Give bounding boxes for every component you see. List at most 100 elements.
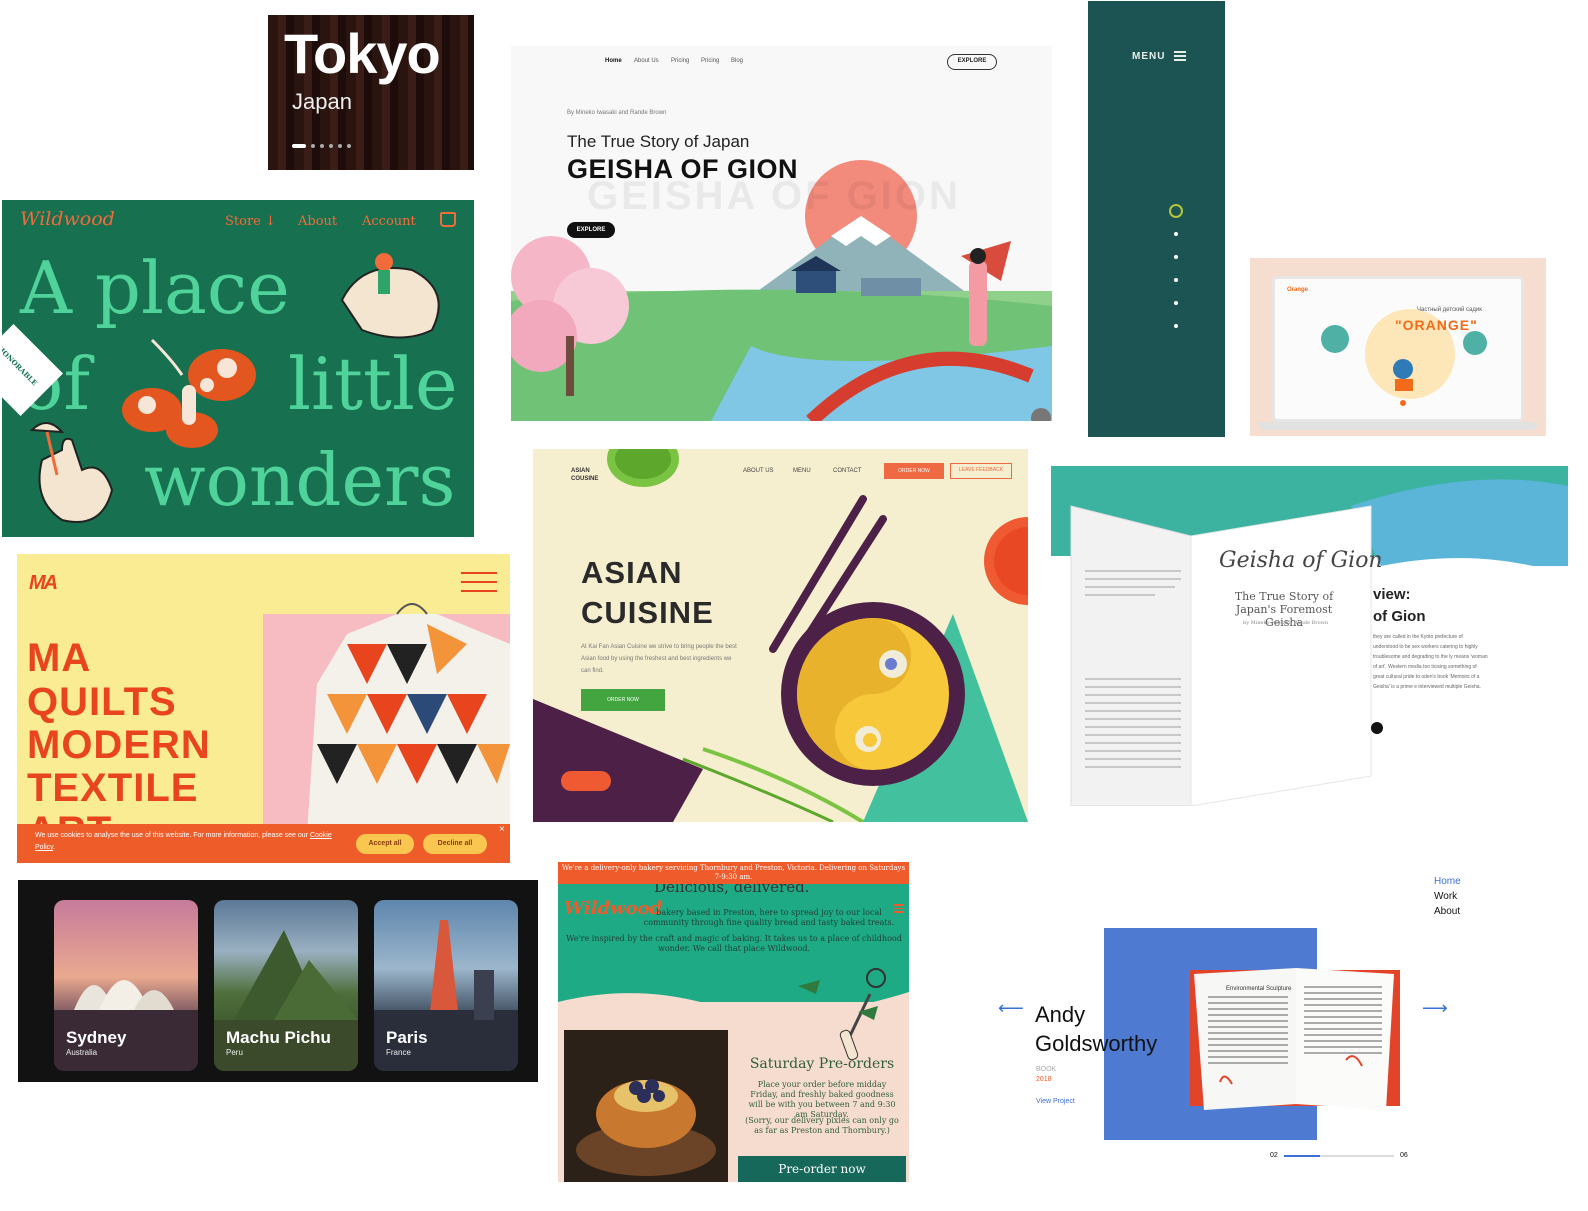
active-nav-ring-icon[interactable] xyxy=(1169,204,1183,218)
nav-menu[interactable]: MENU xyxy=(793,468,811,474)
nav-pricing[interactable]: Pricing xyxy=(671,58,689,64)
moth-illustration xyxy=(122,338,256,448)
nav-dot[interactable] xyxy=(1174,301,1178,305)
badge-line-1: HONORABLE xyxy=(2,343,40,388)
nav-dot[interactable] xyxy=(1174,278,1178,282)
logo-line-2: COUSINE xyxy=(571,476,599,482)
order-now-button[interactable]: ORDER NOW xyxy=(581,689,665,711)
nav-pricing-2[interactable]: Pricing xyxy=(701,58,719,64)
review-text: they are called in the Kyoto prefecture … xyxy=(1373,634,1488,690)
nav-about-us[interactable]: About Us xyxy=(634,58,659,64)
asian-cuisine-hero: ASIAN COUSINE ABOUT US MENU CONTACT ORDER… xyxy=(533,449,1028,822)
slider-dot[interactable] xyxy=(338,144,342,148)
nav-contact[interactable]: CONTACT xyxy=(833,468,862,474)
project-year: 2018 xyxy=(1036,1076,1052,1083)
basket-icon[interactable] xyxy=(440,212,456,227)
pastry-image xyxy=(564,1030,728,1182)
headline-line-2: QUILTS xyxy=(27,680,177,724)
destination-country: Australia xyxy=(66,1048,98,1057)
wildwood-hero: Wildwood Store ↓ About Account A place o… xyxy=(2,200,474,537)
close-icon[interactable]: × xyxy=(499,824,505,835)
slider-dot[interactable] xyxy=(311,144,315,148)
hamburger-icon[interactable] xyxy=(1174,51,1186,63)
slider-dot[interactable] xyxy=(320,144,324,148)
byline: By Mineko Iwasaki and Rande Brown xyxy=(567,110,667,116)
nav-blog[interactable]: Blog xyxy=(731,58,743,64)
slider-pagination[interactable] xyxy=(292,144,351,148)
orange-illustration xyxy=(1321,325,1487,406)
leave-feedback-button[interactable]: LEAVE FEEDBACK xyxy=(950,463,1012,479)
asian-logo[interactable]: ASIAN COUSINE xyxy=(571,467,598,483)
pastry-photo xyxy=(564,1030,728,1182)
nav-store[interactable]: Store ↓ xyxy=(225,214,276,229)
slider-dot[interactable] xyxy=(292,144,306,148)
destination-card[interactable]: Sydney Australia xyxy=(54,900,198,1071)
ma-logo[interactable]: MA xyxy=(29,572,58,595)
side-menu-panel: MENU xyxy=(1088,1,1225,437)
geisha-book-mockup: Geisha of Gion The True Story of Japan's… xyxy=(1051,466,1568,806)
accept-all-button[interactable]: Accept all xyxy=(356,834,414,854)
laptop-screen: Orange Частный детский садик "ORANGE" xyxy=(1272,276,1524,422)
book-authors: by Mineko Iwasaki, Rande Brown xyxy=(1243,620,1329,626)
decline-all-button[interactable]: Decline all xyxy=(423,834,487,854)
headline-line-3: MODERN xyxy=(27,723,211,767)
preorder-heading: Saturday Pre-orders xyxy=(749,1056,895,1072)
cookie-period: . xyxy=(53,844,56,851)
explore-button[interactable]: EXPLORE xyxy=(567,222,615,238)
project-category: BOOK xyxy=(1036,1066,1057,1073)
wildwood-logo[interactable]: Wildwood xyxy=(20,208,115,230)
headline-line-4: TEXTILE xyxy=(27,766,199,810)
title-line-1: ASIAN xyxy=(581,555,683,590)
title-line-2: Goldsworthy xyxy=(1035,1031,1158,1056)
project-title: Andy Goldsworthy xyxy=(1035,1000,1157,1058)
destination-name: Machu Pichu xyxy=(226,1028,331,1047)
slide-progress xyxy=(1284,1155,1394,1157)
order-now-nav-button[interactable]: ORDER NOW xyxy=(884,463,944,479)
arrow-left-icon[interactable]: ⟵ xyxy=(998,998,1024,1019)
slider-dot[interactable] xyxy=(329,144,333,148)
nav-dot[interactable] xyxy=(1174,232,1178,236)
cookie-banner: We use cookies to analyse the use of thi… xyxy=(17,824,510,863)
laptop-base xyxy=(1258,422,1538,430)
logo-line-1: ASIAN xyxy=(571,468,590,474)
book-heading: Environmental Sculpture xyxy=(1226,986,1292,992)
page-current: 02 xyxy=(1270,1152,1278,1159)
destination-card[interactable]: Machu Pichu Peru xyxy=(214,900,358,1071)
title-line-2: CUISINE xyxy=(581,595,714,630)
menu-label[interactable]: MENU xyxy=(1132,51,1165,62)
country-subtitle: Japan xyxy=(292,89,352,114)
portfolio-project-slide: Home Work About Environmental Sculpture … xyxy=(994,870,1474,1170)
destination-name: Paris xyxy=(386,1028,428,1047)
ma-quilts-hero: MA MA QUILTS MODERN TEXTILE ART We use c… xyxy=(17,554,510,863)
headline-line-1: A place xyxy=(20,246,290,330)
headline-line-3: little xyxy=(288,342,458,426)
tokyo-slider-card: Tokyo Japan xyxy=(268,15,474,170)
pre-order-button[interactable]: Pre-order now xyxy=(738,1156,906,1182)
destination-card[interactable]: Paris France xyxy=(374,900,518,1071)
hamburger-icon[interactable] xyxy=(461,572,497,599)
arrow-right-icon[interactable]: ⟶ xyxy=(1422,998,1448,1019)
book-background xyxy=(1051,466,1568,806)
nav-dot[interactable] xyxy=(1174,324,1178,328)
nav-dot[interactable] xyxy=(1174,255,1178,259)
hero-subtitle: The True Story of Japan xyxy=(567,132,750,151)
view-project-link[interactable]: View Project xyxy=(1036,1098,1075,1105)
explore-top-button[interactable]: EXPLORE xyxy=(947,54,997,70)
preorder-note: (Sorry, our delivery pixies can only go … xyxy=(745,1116,899,1135)
orange-laptop-mockup: Orange Частный детский садик "ORANGE" xyxy=(1250,258,1546,436)
review-title: of Gion xyxy=(1373,608,1426,625)
destination-name: Sydney xyxy=(66,1028,127,1047)
nav-about[interactable]: About xyxy=(298,214,337,229)
nav-account[interactable]: Account xyxy=(362,214,416,229)
slider-dot[interactable] xyxy=(347,144,351,148)
nav-about-us[interactable]: ABOUT US xyxy=(743,468,774,474)
cookie-message: We use cookies to analyse the use of thi… xyxy=(35,832,310,839)
nav-home[interactable]: Home xyxy=(605,58,622,64)
preorder-text: Place your order before midday Friday, a… xyxy=(748,1080,896,1119)
title-line-1: Andy xyxy=(1035,1002,1086,1027)
croissant-illustration xyxy=(340,253,440,339)
cookie-text: We use cookies to analyse the use of thi… xyxy=(35,830,335,854)
book-title: Geisha of Gion xyxy=(1219,548,1383,573)
headline-line-4: wonders xyxy=(144,438,456,522)
hero-title: ASIAN CUISINE xyxy=(581,553,714,633)
